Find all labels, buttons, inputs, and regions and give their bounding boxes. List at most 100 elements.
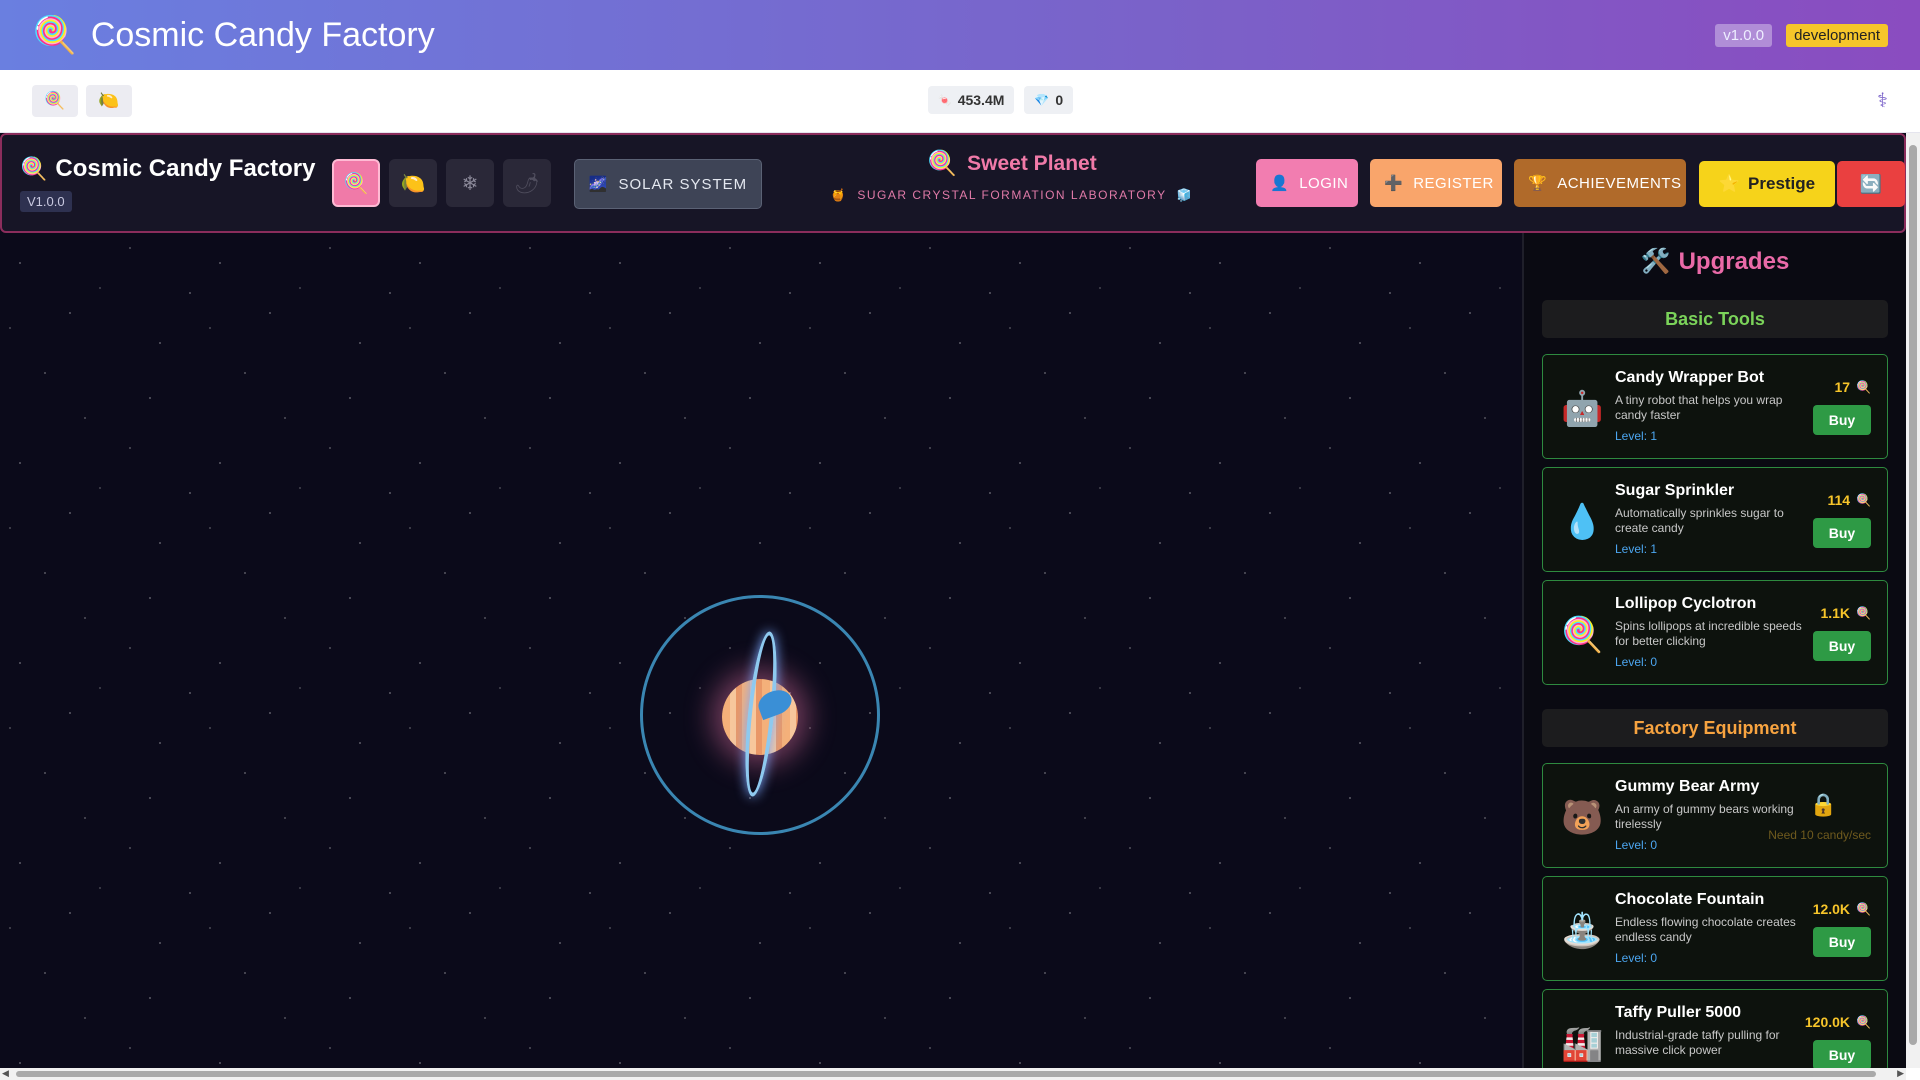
app-header: 🍭 Cosmic Candy Factory v1.0.0 developmen… (0, 0, 1920, 70)
tools-icon: 🛠️ (1640, 248, 1671, 275)
register-button[interactable]: ➕ REGISTER (1370, 159, 1502, 207)
price-value: 17 (1834, 379, 1851, 395)
upgrade-price: 17 🍭 (1834, 379, 1871, 395)
prestige-button[interactable]: ⭐ Prestige (1699, 161, 1835, 207)
upgrade-price: 114 🍭 (1827, 492, 1871, 508)
trophy-icon: 🏆 (1528, 175, 1548, 192)
upgrade-level: Level: 0 (1615, 655, 1658, 669)
space-starfield (0, 233, 1520, 1068)
lollipop-icon: 🍭 (1856, 1015, 1871, 1029)
lemon-icon: 🍋 (98, 91, 120, 110)
upgrade-level: Level: 0 (1615, 838, 1658, 852)
tab-ice-planet[interactable]: ❄ (446, 159, 494, 207)
vertical-scrollbar-thumb[interactable] (1909, 145, 1917, 1045)
lemon-icon: 🍋 (400, 172, 426, 195)
upgrade-price: 12.0K 🍭 (1813, 901, 1871, 917)
robot-icon: 🤖 (1561, 390, 1604, 428)
bear-icon: 🐻 (1561, 799, 1604, 837)
upgrade-name: Gummy Bear Army (1615, 778, 1760, 795)
lollipop-icon: 🍭 (927, 150, 958, 177)
game-header: 🍭 Cosmic Candy Factory V1.0.0 🍭 🍋 ❄ 🌶 🌌 … (0, 133, 1906, 233)
upgrade-level: Level: 1 (1615, 429, 1658, 443)
upgrade-name: Lollipop Cyclotron (1615, 595, 1757, 612)
upgrade-name: Chocolate Fountain (1615, 891, 1765, 908)
toolbar-lollipop-button[interactable]: 🍭 (32, 85, 78, 117)
upgrade-name: Taffy Puller 5000 (1615, 1004, 1741, 1021)
upgrade-description: Automatically sprinkles sugar to create … (1615, 506, 1784, 535)
buy-button[interactable]: Buy (1813, 631, 1871, 661)
candy-counter: 🍬 453.4M (928, 86, 1015, 114)
upgrade-level: Level: 1 (1615, 542, 1658, 556)
user-icon: 👤 (1270, 175, 1290, 192)
upgrade-card: ⛲ Chocolate Fountain Endless flowing cho… (1542, 876, 1888, 981)
fountain-icon: ⛲ (1561, 912, 1604, 950)
factory-icon: 🏭 (1561, 1025, 1604, 1063)
gem-count: 0 (1055, 92, 1064, 108)
scroll-left-icon[interactable]: ◀ (2, 1068, 9, 1079)
buy-button[interactable]: Buy (1813, 518, 1871, 548)
lollipop-logo-icon: 🍭 (32, 14, 77, 55)
candy-count: 453.4M (957, 92, 1005, 108)
achievements-button[interactable]: 🏆 ACHIEVEMENTS (1514, 159, 1686, 207)
planet-title: 🍭 Sweet Planet 🍯 SUGAR CRYSTAL FORMATION… (822, 149, 1202, 202)
planet-tabs: 🍭 🍋 ❄ 🌶 (332, 159, 551, 207)
upgrade-card: 🏭 Taffy Puller 5000 Industrial-grade taf… (1542, 989, 1888, 1068)
price-value: 12.0K (1812, 901, 1851, 917)
login-label: LOGIN (1299, 174, 1349, 192)
horizontal-scrollbar-thumb[interactable] (16, 1071, 1876, 1077)
planet-name-text: Sweet Planet (967, 151, 1097, 175)
honey-pot-icon: 🍯 (830, 188, 848, 202)
laboratory-name: SUGAR CRYSTAL FORMATION LABORATORY (857, 188, 1167, 202)
horizontal-scrollbar[interactable]: ◀ ▶ (0, 1068, 1906, 1080)
upgrade-description: Spins lollipops at incredible speeds for… (1615, 619, 1802, 648)
lollipop-icon: 🍭 (1856, 380, 1871, 394)
upgrade-name: Candy Wrapper Bot (1615, 369, 1765, 386)
star-icon: ⭐ (1718, 174, 1741, 193)
upgrade-card: 💧 Sugar Sprinkler Automatically sprinkle… (1542, 467, 1888, 572)
game-area: 🍭 Cosmic Candy Factory V1.0.0 🍭 🍋 ❄ 🌶 🌌 … (0, 133, 1906, 1068)
refresh-button[interactable]: 🔄 (1837, 161, 1905, 207)
vertical-scrollbar[interactable] (1906, 133, 1920, 1068)
tab-spice-planet[interactable]: 🌶 (503, 159, 551, 207)
unlock-requirement: Need 10 candy/sec (1768, 828, 1871, 842)
upgrade-price: 1.1K 🍭 (1820, 605, 1871, 621)
toolbar-lemon-button[interactable]: 🍋 (86, 85, 132, 117)
buy-button[interactable]: Buy (1813, 927, 1871, 957)
game-version-badge: V1.0.0 (20, 191, 72, 212)
caduceus-menu-icon[interactable]: ⚕ (1877, 88, 1888, 113)
scroll-right-icon[interactable]: ▶ (1897, 1068, 1904, 1079)
tab-candy-planet[interactable]: 🍭 (332, 159, 380, 207)
achievements-label: ACHIEVEMENTS (1557, 174, 1682, 192)
laboratory-subtitle: 🍯 SUGAR CRYSTAL FORMATION LABORATORY 🧊 (822, 188, 1202, 202)
lollipop-icon: 🍭 (44, 91, 66, 110)
upgrades-title: 🛠️ Upgrades (1542, 247, 1888, 276)
upgrade-price: 120.0K 🍭 (1805, 1014, 1871, 1030)
lollipop-icon: 🍭 (1561, 616, 1604, 654)
refresh-icon: 🔄 (1859, 173, 1883, 194)
login-button[interactable]: 👤 LOGIN (1256, 159, 1358, 207)
register-label: REGISTER (1413, 174, 1494, 192)
section-basic-tools: Basic Tools (1542, 300, 1888, 338)
upgrade-card: 🤖 Candy Wrapper Bot A tiny robot that he… (1542, 354, 1888, 459)
lock-icon: 🔒 (1809, 792, 1837, 817)
solar-system-button[interactable]: 🌌 SOLAR SYSTEM (574, 159, 762, 209)
ice-cube-icon: 🧊 (1176, 188, 1194, 202)
header-badges: v1.0.0 development (1715, 23, 1888, 47)
snowflake-icon: ❄ (461, 172, 479, 195)
galaxy-icon: 🌌 (588, 176, 609, 193)
version-badge: v1.0.0 (1715, 23, 1773, 47)
game-title-text: Cosmic Candy Factory (55, 155, 316, 182)
price-value: 1.1K (1820, 605, 1851, 621)
clickable-planet[interactable] (640, 595, 880, 835)
lollipop-icon: 🍭 (343, 172, 369, 195)
buy-button[interactable]: Buy (1813, 1040, 1871, 1068)
upgrade-description: Industrial-grade taffy pulling for massi… (1615, 1028, 1780, 1057)
toolbar: 🍭 🍋 🍬 453.4M 💎 0 ⚕ (0, 70, 1920, 133)
gem-icon: 💎 (1034, 93, 1050, 107)
lollipop-icon: 🍭 (1856, 493, 1871, 507)
section-factory-equipment: Factory Equipment (1542, 709, 1888, 747)
environment-badge: development (1786, 23, 1888, 47)
price-value: 114 (1827, 492, 1851, 508)
buy-button[interactable]: Buy (1813, 405, 1871, 435)
tab-lemon-planet[interactable]: 🍋 (389, 159, 437, 207)
